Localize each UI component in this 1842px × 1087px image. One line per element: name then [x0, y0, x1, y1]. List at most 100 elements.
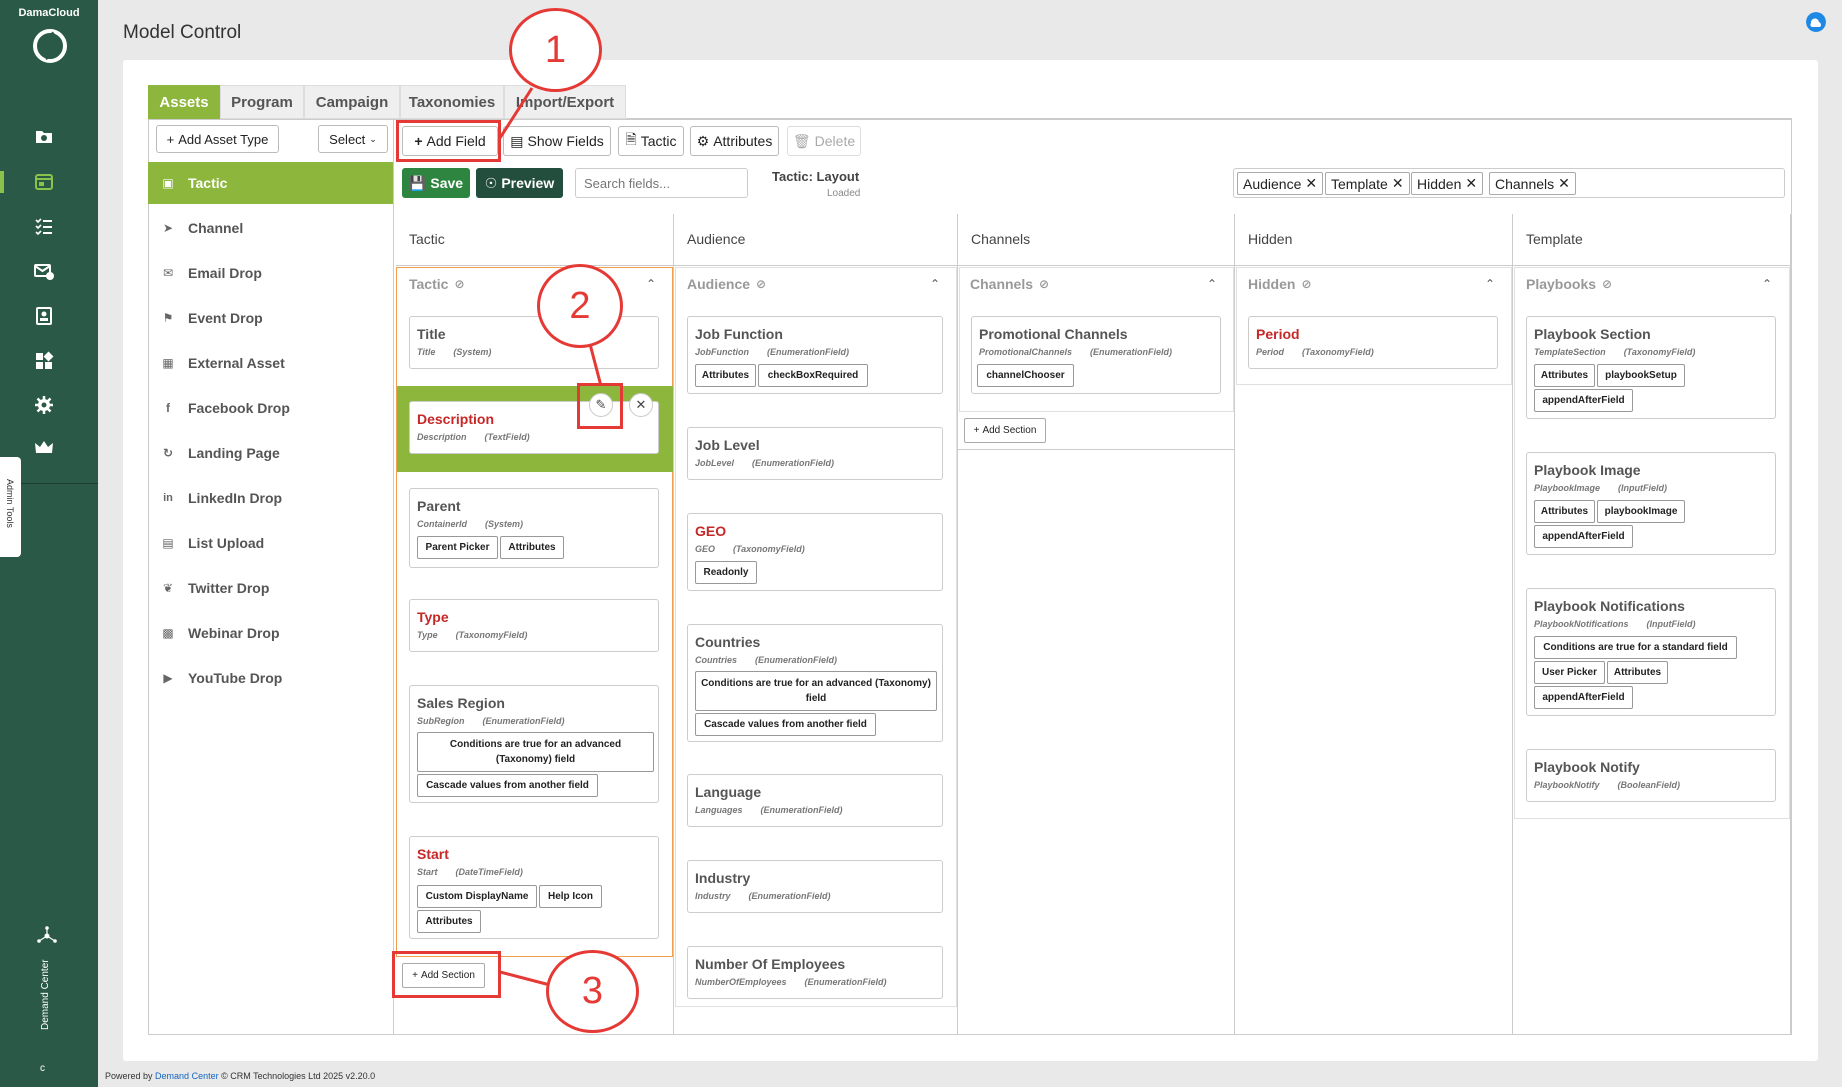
tab-program[interactable]: Program — [220, 85, 304, 119]
collapse-chevron-icon[interactable]: ⌃ — [1485, 277, 1495, 291]
tab-campaign[interactable]: Campaign — [304, 85, 400, 119]
field-chip[interactable]: Attributes — [1534, 500, 1595, 523]
field-chip[interactable]: Cascade values from another field — [417, 774, 598, 797]
cloud-help-icon[interactable] — [1806, 12, 1826, 32]
field-chip[interactable]: appendAfterField — [1534, 525, 1633, 548]
remove-tag-icon[interactable]: ✕ — [1392, 175, 1404, 192]
tab-assets[interactable]: Assets — [148, 85, 220, 119]
field-chip[interactable]: Attributes — [1534, 364, 1595, 387]
show-fields-button[interactable]: ▤ Show Fields — [503, 126, 611, 156]
field-chip[interactable]: User Picker — [1534, 661, 1605, 684]
remove-tag-icon[interactable]: ✕ — [1558, 175, 1570, 192]
sidebar-item-tactic[interactable]: ▣ Tactic — [148, 162, 393, 204]
mail-check-icon[interactable] — [34, 261, 54, 281]
widgets-icon[interactable] — [34, 351, 54, 371]
sidebar-item-event-drop[interactable]: ⚑ Event Drop — [148, 297, 393, 339]
field-chip[interactable]: Attributes — [695, 364, 756, 387]
save-button[interactable]: 💾 Save — [402, 168, 470, 198]
field-card-job-function[interactable]: Job Function JobFunction (EnumerationFiel… — [687, 316, 943, 394]
eye-slash-icon[interactable]: ⊘ — [1602, 277, 1612, 291]
section-tags-input[interactable]: Audience ✕ Template ✕ Hidden ✕ Channels ✕ — [1233, 168, 1785, 198]
field-card-playbook-notify[interactable]: Playbook Notify PlaybookNotify (BooleanFi… — [1526, 749, 1776, 802]
field-card-industry[interactable]: Industry Industry (EnumerationField) — [687, 860, 943, 913]
camera-folder-icon[interactable] — [34, 126, 54, 146]
field-chip[interactable]: Conditions are true for an advanced (Tax… — [695, 671, 937, 711]
remove-tag-icon[interactable]: ✕ — [1465, 175, 1477, 192]
plus-icon: + — [166, 131, 175, 147]
field-card-countries[interactable]: Countries Countries (EnumerationField) Co… — [687, 624, 943, 742]
field-chip[interactable]: playbookImage — [1597, 500, 1685, 523]
eye-slash-icon[interactable]: ⊘ — [1301, 277, 1311, 291]
field-card-title[interactable]: Title Title (System) — [409, 316, 659, 369]
field-chip[interactable]: channelChooser — [977, 364, 1074, 387]
eye-slash-icon[interactable]: ⊘ — [454, 277, 464, 291]
tab-taxonomies[interactable]: Taxonomies — [400, 85, 504, 119]
field-chip[interactable]: checkBoxRequired — [758, 364, 868, 387]
sidebar-item-facebook-drop[interactable]: f Facebook Drop — [148, 387, 393, 429]
field-card-playbook-section[interactable]: Playbook Section TemplateSection (Taxonom… — [1526, 316, 1776, 419]
delete-button[interactable]: 🗑 Delete — [787, 126, 861, 156]
field-card-job-level[interactable]: Job Level JobLevel (EnumerationField) — [687, 427, 943, 480]
search-fields-input[interactable] — [575, 168, 748, 198]
field-card-geo[interactable]: GEO GEO (TaxonomyField) Readonly — [687, 513, 943, 591]
attributes-button[interactable]: ⚙ Attributes — [690, 126, 779, 156]
sidebar-item-linkedin-drop[interactable]: in LinkedIn Drop — [148, 477, 393, 519]
field-chip[interactable]: playbookSetup — [1597, 364, 1685, 387]
field-chip[interactable]: appendAfterField — [1534, 389, 1633, 412]
sidebar-item-landing-page[interactable]: ↻ Landing Page — [148, 432, 393, 474]
field-card-playbook-image[interactable]: Playbook Image PlaybookImage (InputField)… — [1526, 452, 1776, 555]
field-card-type[interactable]: Type Type (TaxonomyField) — [409, 599, 659, 652]
field-chip[interactable]: Attributes — [1607, 661, 1668, 684]
sidebar-item-external-asset[interactable]: ▦ External Asset — [148, 342, 393, 384]
sidebar-item-webinar-drop[interactable]: ▩ Webinar Drop — [148, 612, 393, 654]
collapse-chevron-icon[interactable]: ⌃ — [930, 277, 940, 291]
sidebar-item-channel[interactable]: ➤ Channel — [148, 207, 393, 249]
eye-slash-icon[interactable]: ⊘ — [1039, 277, 1049, 291]
field-chip[interactable]: Attributes — [417, 910, 481, 933]
field-chip[interactable]: Cascade values from another field — [695, 713, 876, 736]
field-card-language[interactable]: Language Languages (EnumerationField) — [687, 774, 943, 827]
sidebar-item-label: External Asset — [188, 355, 285, 371]
collapse-chevron-icon[interactable]: ⌃ — [1207, 277, 1217, 291]
collapse-chevron-icon[interactable]: ⌃ — [1762, 277, 1772, 291]
field-chip[interactable]: Conditions are true for an advanced (Tax… — [417, 732, 654, 772]
table-icon: ▤ — [510, 132, 524, 149]
sidebar-item-email-drop[interactable]: ✉ Email Drop — [148, 252, 393, 294]
field-chip[interactable]: Custom DisplayName — [417, 885, 537, 908]
asset-type-select[interactable]: Select ⌄ — [318, 125, 388, 153]
remove-field-close-icon[interactable]: ✕ — [629, 393, 653, 417]
contact-card-icon[interactable] — [34, 306, 54, 326]
crown-icon[interactable] — [34, 438, 54, 458]
field-chip[interactable]: appendAfterField — [1534, 686, 1633, 709]
preview-button[interactable]: ☉ Preview — [476, 168, 563, 198]
footer-demand-center-link[interactable]: Demand Center — [155, 1071, 219, 1081]
tactic-button[interactable]: 🗎 Tactic — [618, 126, 684, 156]
collapse-chevron-icon[interactable]: ⌃ — [646, 277, 656, 291]
field-chip[interactable]: Parent Picker — [417, 536, 498, 559]
add-asset-type-button[interactable]: + Add Asset Type — [156, 125, 279, 153]
gear-icon[interactable] — [34, 395, 54, 415]
field-card-playbook-notifications[interactable]: Playbook Notifications PlaybookNotificat… — [1526, 588, 1776, 716]
add-section-button-channels[interactable]: + Add Section — [964, 418, 1046, 443]
field-meta: Start (DateTimeField) — [417, 867, 523, 877]
field-chip[interactable]: Readonly — [695, 561, 757, 584]
layout-icon[interactable] — [34, 172, 54, 192]
field-card-start[interactable]: Start Start (DateTimeField) Custom Displa… — [409, 836, 659, 939]
sidebar-item-twitter-drop[interactable]: ❦ Twitter Drop — [148, 567, 393, 609]
admin-tools-tab[interactable]: Admin Tools — [0, 457, 21, 557]
field-chip[interactable]: Help Icon — [539, 885, 602, 908]
sidebar-item-list-upload[interactable]: ▤ List Upload — [148, 522, 393, 564]
field-chip[interactable]: Attributes — [500, 536, 564, 559]
field-chip[interactable]: Conditions are true for a standard field — [1534, 636, 1737, 659]
checklist-icon[interactable] — [34, 216, 54, 236]
field-card-period[interactable]: Period Period (TaxonomyField) — [1248, 316, 1498, 369]
eye-slash-icon[interactable]: ⊘ — [756, 277, 766, 291]
field-card-promotional-channels[interactable]: Promotional Channels PromotionalChannels… — [971, 316, 1221, 394]
field-card-sales-region[interactable]: Sales Region SubRegion (EnumerationField)… — [409, 685, 659, 803]
sidebar-item-youtube-drop[interactable]: ▶ YouTube Drop — [148, 657, 393, 699]
demand-center-link[interactable]: Demand Center — [36, 925, 66, 1035]
damacloud-logo-icon[interactable] — [32, 28, 68, 64]
field-card-number-of-employees[interactable]: Number Of Employees NumberOfEmployees (En… — [687, 946, 943, 999]
remove-tag-icon[interactable]: ✕ — [1305, 175, 1317, 192]
field-card-parent[interactable]: Parent ContainerId (System) Parent Picker… — [409, 488, 659, 568]
